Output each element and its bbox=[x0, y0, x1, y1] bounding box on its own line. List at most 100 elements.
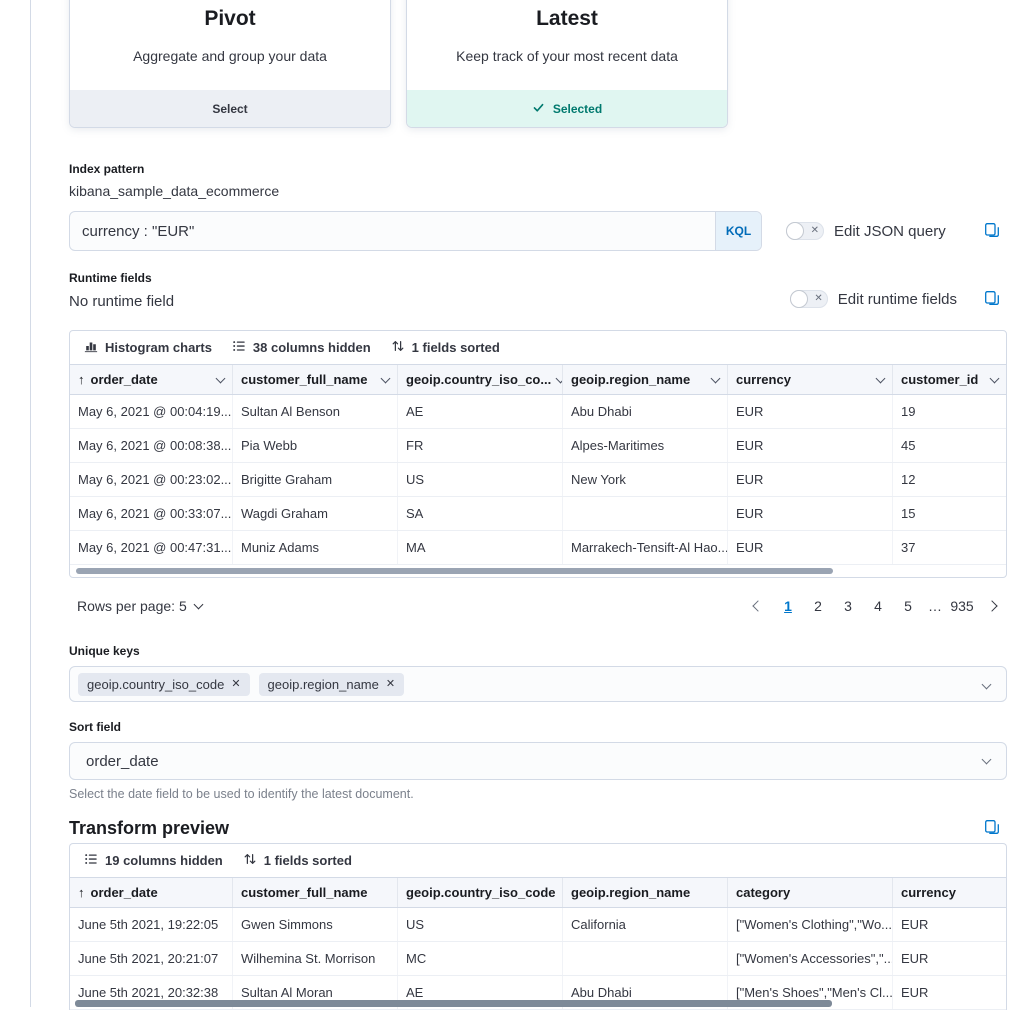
column-header-order-date[interactable]: ↑ order_date bbox=[70, 365, 233, 394]
query-input[interactable]: currency : "EUR" KQL bbox=[69, 211, 762, 251]
page-button-3[interactable]: 3 bbox=[835, 593, 861, 619]
histogram-charts-button[interactable]: Histogram charts bbox=[84, 339, 212, 356]
remove-chip-button[interactable]: ✕ bbox=[386, 679, 395, 690]
table-cell[interactable]: EUR bbox=[728, 531, 893, 564]
horizontal-scrollbar[interactable] bbox=[76, 568, 833, 574]
table-cell[interactable]: Wilhemina St. Morrison bbox=[233, 942, 398, 975]
copy-icon bbox=[984, 819, 1000, 838]
page-button-935[interactable]: 935 bbox=[949, 593, 975, 619]
remove-chip-button[interactable]: ✕ bbox=[231, 679, 240, 690]
table-cell[interactable]: May 6, 2021 @ 00:47:31... bbox=[70, 531, 233, 564]
table-cell[interactable]: Marrakech-Tensift-Al Hao... bbox=[563, 531, 728, 564]
page-button-5[interactable]: 5 bbox=[895, 593, 921, 619]
table-cell[interactable] bbox=[563, 942, 728, 975]
unique-keys-combobox[interactable]: geoip.country_iso_code ✕ geoip.region_na… bbox=[69, 666, 1007, 702]
copy-runtime-fields-to-clipboard-button[interactable] bbox=[981, 288, 1003, 310]
column-actions-button[interactable] bbox=[381, 373, 391, 383]
kql-language-button[interactable]: KQL bbox=[715, 212, 761, 250]
table-cell[interactable]: May 6, 2021 @ 00:08:38... bbox=[70, 429, 233, 462]
preview-columns-hidden-button[interactable]: 19 columns hidden bbox=[84, 852, 223, 869]
table-cell[interactable]: 45 bbox=[893, 429, 1006, 462]
table-cell[interactable] bbox=[563, 497, 728, 530]
table-cell[interactable]: 37 bbox=[893, 531, 1006, 564]
latest-card[interactable]: Latest Keep track of your most recent da… bbox=[406, 0, 728, 128]
table-cell[interactable]: EUR bbox=[728, 497, 893, 530]
table-cell[interactable]: EUR bbox=[893, 908, 1006, 941]
columns-hidden-label: 38 columns hidden bbox=[253, 340, 371, 355]
table-cell[interactable]: June 5th 2021, 19:22:05 bbox=[70, 908, 233, 941]
latest-card-title: Latest bbox=[407, 7, 727, 31]
column-header-geoip-country-iso-code[interactable]: geoip.country_iso_co... bbox=[398, 365, 563, 394]
table-cell[interactable]: EUR bbox=[893, 942, 1006, 975]
table-cell[interactable]: ["Women's Clothing","Wo... bbox=[728, 908, 893, 941]
preview-fields-sorted-button[interactable]: 1 fields sorted bbox=[243, 852, 352, 869]
table-cell[interactable]: May 6, 2021 @ 00:04:19... bbox=[70, 395, 233, 428]
table-cell[interactable]: EUR bbox=[893, 976, 1006, 1009]
column-actions-button[interactable] bbox=[216, 373, 226, 383]
column-actions-button[interactable] bbox=[556, 373, 563, 383]
table-cell[interactable]: US bbox=[398, 463, 563, 496]
pivot-card[interactable]: Pivot Aggregate and group your data Sele… bbox=[69, 0, 391, 128]
column-header-currency[interactable]: currency bbox=[728, 365, 893, 394]
table-cell[interactable]: Sultan Al Benson bbox=[233, 395, 398, 428]
table-cell[interactable]: 12 bbox=[893, 463, 1006, 496]
rows-per-page-button[interactable]: Rows per page: 5 bbox=[69, 598, 210, 614]
copy-query-to-clipboard-button[interactable] bbox=[981, 220, 1003, 242]
table-cell[interactable]: Abu Dhabi bbox=[563, 395, 728, 428]
page-button-1[interactable]: 1 bbox=[775, 593, 801, 619]
table-cell[interactable]: SA bbox=[398, 497, 563, 530]
column-actions-button[interactable] bbox=[990, 373, 1000, 383]
unique-key-chip: geoip.country_iso_code ✕ bbox=[78, 673, 250, 696]
horizontal-scrollbar[interactable] bbox=[75, 1000, 832, 1007]
preview-column-header-order-date[interactable]: ↑ order_date bbox=[70, 878, 233, 907]
page-button-2[interactable]: 2 bbox=[805, 593, 831, 619]
edit-json-query-toggle[interactable]: ✕ Edit JSON query bbox=[786, 222, 946, 240]
table-cell[interactable]: 19 bbox=[893, 395, 1006, 428]
table-cell[interactable]: Brigitte Graham bbox=[233, 463, 398, 496]
preview-column-header-category[interactable]: category bbox=[728, 878, 893, 907]
pivot-select-button[interactable]: Select bbox=[70, 90, 390, 127]
preview-column-header-geoip-country-iso-code[interactable]: geoip.country_iso_code bbox=[398, 878, 563, 907]
table-cell[interactable]: May 6, 2021 @ 00:23:02... bbox=[70, 463, 233, 496]
preview-column-header-geoip-region-name[interactable]: geoip.region_name bbox=[563, 878, 728, 907]
sort-field-select[interactable]: order_date bbox=[69, 742, 1007, 780]
table-cell[interactable]: MC bbox=[398, 942, 563, 975]
column-header-customer-id[interactable]: customer_id bbox=[893, 365, 1006, 394]
table-cell[interactable]: AE bbox=[398, 395, 563, 428]
table-cell[interactable]: FR bbox=[398, 429, 563, 462]
table-cell[interactable]: June 5th 2021, 20:21:07 bbox=[70, 942, 233, 975]
table-cell[interactable]: California bbox=[563, 908, 728, 941]
table-cell[interactable]: ["Women's Accessories","... bbox=[728, 942, 893, 975]
table-cell[interactable]: 15 bbox=[893, 497, 1006, 530]
table-cell[interactable]: May 6, 2021 @ 00:33:07... bbox=[70, 497, 233, 530]
table-cell[interactable]: Gwen Simmons bbox=[233, 908, 398, 941]
table-cell[interactable]: Wagdi Graham bbox=[233, 497, 398, 530]
previous-page-button[interactable] bbox=[745, 593, 771, 619]
fields-sorted-button[interactable]: 1 fields sorted bbox=[391, 339, 500, 356]
next-page-button[interactable] bbox=[979, 593, 1005, 619]
preview-column-header-currency[interactable]: currency bbox=[893, 878, 1006, 907]
sort-ascending-icon: ↑ bbox=[78, 372, 85, 387]
column-header-customer-full-name[interactable]: customer_full_name bbox=[233, 365, 398, 394]
table-cell[interactable]: New York bbox=[563, 463, 728, 496]
latest-selected-button[interactable]: Selected bbox=[407, 90, 727, 127]
table-cell[interactable]: Alpes-Maritimes bbox=[563, 429, 728, 462]
table-cell[interactable]: MA bbox=[398, 531, 563, 564]
sort-ascending-icon: ↑ bbox=[78, 885, 85, 900]
table-cell[interactable]: EUR bbox=[728, 429, 893, 462]
edit-runtime-fields-switch[interactable]: ✕ bbox=[790, 290, 828, 308]
page-button-4[interactable]: 4 bbox=[865, 593, 891, 619]
columns-hidden-button[interactable]: 38 columns hidden bbox=[232, 339, 371, 356]
table-cell[interactable]: US bbox=[398, 908, 563, 941]
table-cell[interactable]: EUR bbox=[728, 395, 893, 428]
table-cell[interactable]: Pia Webb bbox=[233, 429, 398, 462]
column-actions-button[interactable] bbox=[876, 373, 886, 383]
column-header-geoip-region-name[interactable]: geoip.region_name bbox=[563, 365, 728, 394]
copy-preview-to-clipboard-button[interactable] bbox=[981, 817, 1003, 839]
preview-column-header-customer-full-name[interactable]: customer_full_name bbox=[233, 878, 398, 907]
table-cell[interactable]: Muniz Adams bbox=[233, 531, 398, 564]
column-actions-button[interactable] bbox=[711, 373, 721, 383]
edit-json-query-switch[interactable]: ✕ bbox=[786, 222, 824, 240]
edit-runtime-fields-toggle[interactable]: ✕ Edit runtime fields bbox=[790, 290, 957, 308]
table-cell[interactable]: EUR bbox=[728, 463, 893, 496]
